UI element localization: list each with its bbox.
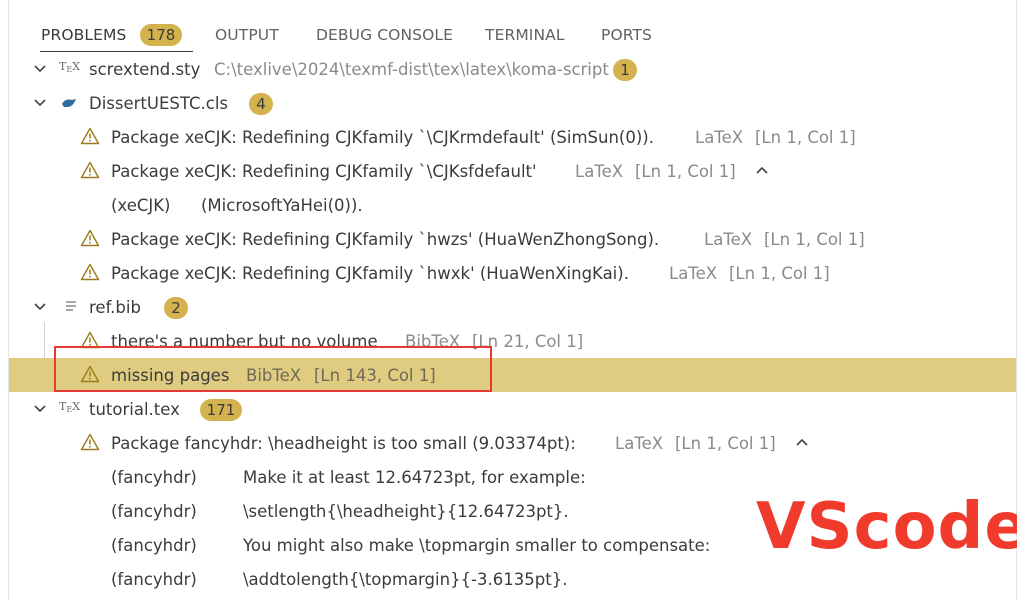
problem-source: LaTeX [615, 434, 664, 453]
highlight-annotation-box [54, 346, 492, 392]
chevron-down-icon[interactable] [33, 96, 47, 110]
continuation-text: You might also make \topmargin smaller t… [243, 536, 711, 555]
tab-ports[interactable]: PORTS [601, 26, 652, 44]
file-name: tutorial.tex [89, 400, 180, 419]
problem-message: Package xeCJK: Redefining CJKfamily `hwx… [111, 264, 629, 283]
cls-file-icon [62, 99, 76, 108]
tex-file-icon: TEX [59, 60, 81, 74]
warning-icon [80, 127, 100, 145]
tab-output[interactable]: OUTPUT [215, 26, 279, 44]
file-problem-count: 1 [613, 59, 637, 81]
chevron-up-icon[interactable] [795, 435, 809, 449]
file-row-refbib[interactable]: ref.bib 2 [9, 290, 1016, 324]
problem-row[interactable]: Package xeCJK: Redefining CJKfamily `hwz… [9, 222, 1016, 256]
problem-location: [Ln 1, Col 1] [764, 230, 865, 249]
panel-tab-bar: PROBLEMS 178 OUTPUT DEBUG CONSOLE TERMIN… [9, 0, 1016, 52]
tab-problems[interactable]: PROBLEMS [41, 26, 126, 44]
problem-source: LaTeX [669, 264, 718, 283]
file-problem-count: 2 [164, 297, 188, 319]
problem-continuation: (xeCJK) (MicrosoftYaHei(0)). [9, 188, 1016, 222]
continuation-text: \setlength{\headheight}{12.64723pt}. [243, 502, 569, 521]
tab-debug-console[interactable]: DEBUG CONSOLE [316, 26, 453, 44]
problem-location: [Ln 1, Col 1] [675, 434, 776, 453]
continuation-text: \addtolength{\topmargin}{-3.6135pt}. [243, 570, 568, 589]
continuation-prefix: (xeCJK) [111, 196, 171, 215]
problem-row[interactable]: Package fancyhdr: \headheight is too sma… [9, 426, 1016, 460]
problem-source: LaTeX [704, 230, 753, 249]
problems-count-badge: 178 [140, 24, 182, 46]
problem-location: [Ln 1, Col 1] [755, 128, 856, 147]
warning-icon [80, 229, 100, 247]
file-path: C:\texlive\2024\texmf-dist\tex\latex\kom… [214, 60, 609, 79]
problem-location: [Ln 1, Col 1] [635, 162, 736, 181]
problem-source: LaTeX [695, 128, 744, 147]
problem-message: Package xeCJK: Redefining CJKfamily `\CJ… [111, 128, 654, 147]
problem-row[interactable]: Package xeCJK: Redefining CJKfamily `\CJ… [9, 120, 1016, 154]
problem-source: LaTeX [575, 162, 624, 181]
problem-location: [Ln 1, Col 1] [729, 264, 830, 283]
continuation-text: Make it at least 12.64723pt, for example… [243, 468, 586, 487]
file-row-dissertuestc[interactable]: DissertUESTC.cls 4 [9, 86, 1016, 120]
file-name: scrextend.sty [89, 60, 201, 79]
chevron-down-icon[interactable] [33, 300, 47, 314]
continuation-prefix: (fancyhdr) [111, 570, 197, 589]
tex-file-icon: TEX [59, 400, 81, 414]
continuation-prefix: (fancyhdr) [111, 536, 197, 555]
problem-continuation: (fancyhdr) \addtolength{\topmargin}{-3.6… [9, 562, 1016, 596]
tab-terminal[interactable]: TERMINAL [485, 26, 565, 44]
file-row-tutorial[interactable]: TEX tutorial.tex 171 [9, 392, 1016, 426]
problem-message: Package xeCJK: Redefining CJKfamily `\CJ… [111, 162, 537, 181]
warning-icon [80, 161, 100, 179]
continuation-text: (MicrosoftYaHei(0)). [201, 196, 363, 215]
file-name: ref.bib [89, 298, 141, 317]
problem-row[interactable]: Package xeCJK: Redefining CJKfamily `hwx… [9, 256, 1016, 290]
file-problem-count: 4 [249, 93, 273, 115]
continuation-prefix: (fancyhdr) [111, 468, 197, 487]
problem-continuation: (fancyhdr) Make it at least 12.64723pt, … [9, 460, 1016, 494]
problem-message: Package xeCJK: Redefining CJKfamily `hwz… [111, 230, 660, 249]
file-problem-count: 171 [200, 399, 242, 421]
bib-file-icon [66, 301, 76, 311]
chevron-down-icon[interactable] [33, 402, 47, 416]
file-row-scrextend[interactable]: TEX scrextend.sty C:\texlive\2024\texmf-… [9, 52, 1016, 86]
vscode-watermark: VScode [756, 490, 1017, 564]
problem-row[interactable]: Package xeCJK: Redefining CJKfamily `\CJ… [9, 154, 1016, 188]
warning-icon [80, 433, 100, 451]
file-name: DissertUESTC.cls [89, 94, 228, 113]
warning-icon [80, 263, 100, 281]
chevron-up-icon[interactable] [755, 163, 769, 177]
problem-message: Package fancyhdr: \headheight is too sma… [111, 434, 576, 453]
continuation-prefix: (fancyhdr) [111, 502, 197, 521]
chevron-down-icon[interactable] [33, 62, 47, 76]
